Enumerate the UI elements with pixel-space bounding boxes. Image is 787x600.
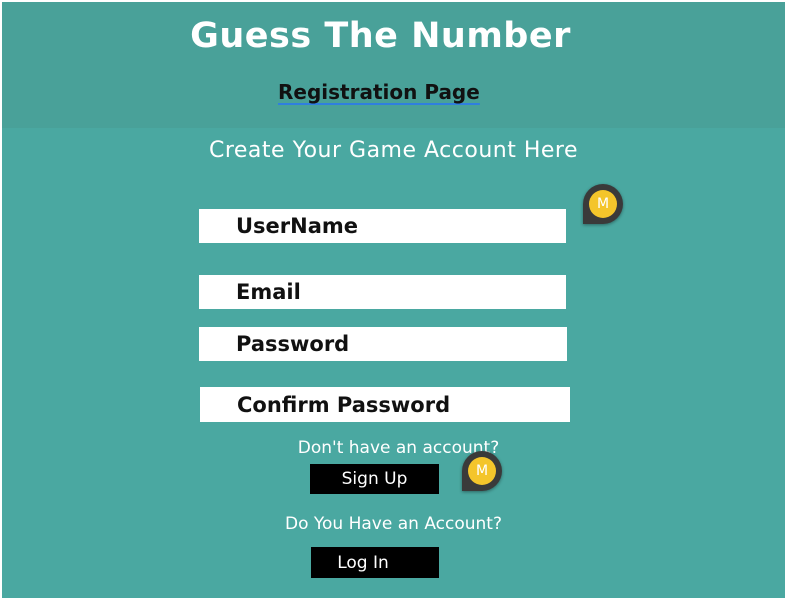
username-field[interactable]: UserName (199, 209, 566, 243)
email-field[interactable]: Email (199, 275, 566, 309)
sign-up-button[interactable]: Sign Up (310, 464, 439, 494)
marker-label: M (589, 190, 617, 218)
page-subtitle: Registration Page (278, 80, 480, 104)
username-field-label: UserName (236, 214, 359, 238)
email-field-label: Email (236, 280, 301, 304)
login-prompt: Do You Have an Account? (285, 514, 502, 534)
log-in-button[interactable]: Log In (311, 547, 439, 578)
signup-prompt: Don't have an account? (297, 438, 500, 458)
header: Guess The Number Registration Page (2, 2, 785, 128)
create-account-heading: Create Your Game Account Here (208, 138, 579, 163)
registration-page: Guess The Number Registration Page Creat… (2, 2, 785, 598)
marker-label: M (468, 457, 496, 485)
marker-pin-icon[interactable]: M (583, 184, 623, 224)
password-field[interactable]: Password (199, 327, 567, 361)
confirm-password-field[interactable]: Confirm Password (200, 387, 570, 422)
password-field-label: Password (236, 332, 350, 356)
marker-pin-icon[interactable]: M (462, 451, 502, 491)
confirm-password-field-label: Confirm Password (237, 392, 451, 417)
app-title: Guess The Number (190, 16, 571, 56)
